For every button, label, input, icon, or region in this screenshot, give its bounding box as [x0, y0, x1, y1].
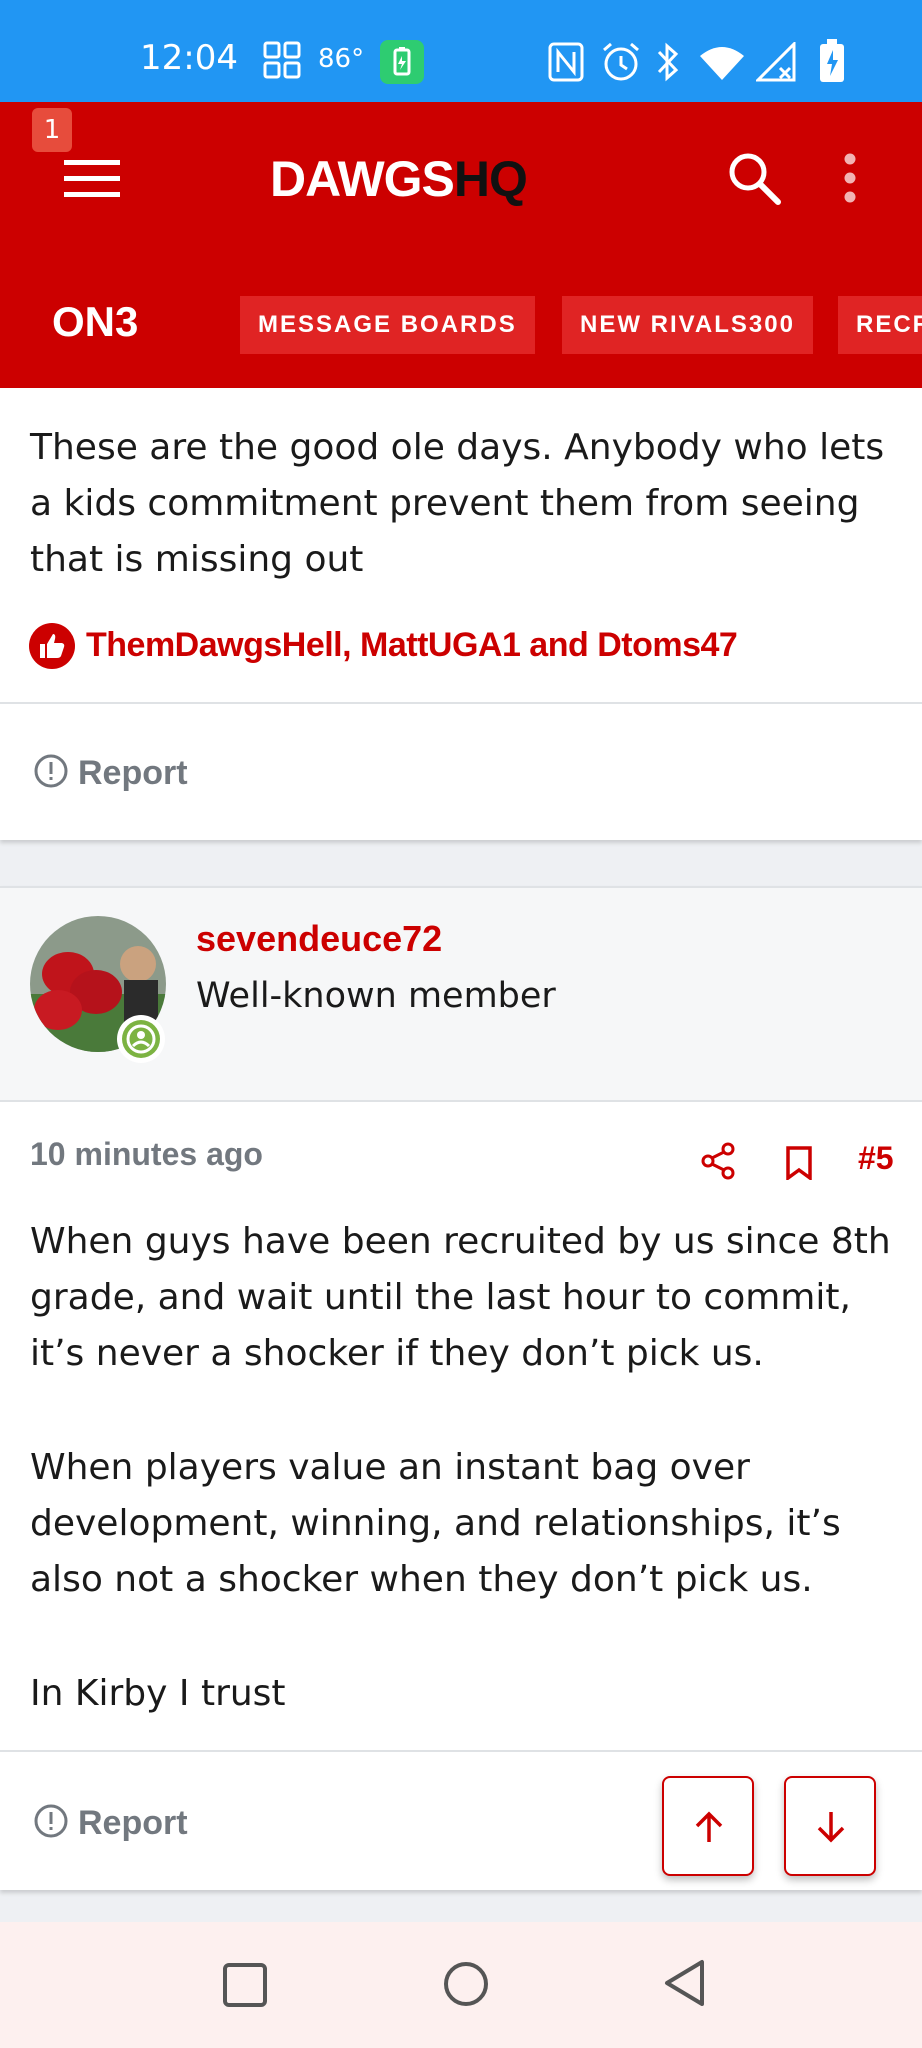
arrow-up-icon	[695, 1811, 723, 1842]
online-status-icon	[117, 1015, 165, 1063]
notification-badge[interactable]: 1	[32, 108, 72, 152]
post-user-title: Well-known member	[196, 976, 556, 1016]
likes-list[interactable]: ThemDawgsHell, MattUGA1 and Dtoms47	[86, 626, 738, 665]
post-number[interactable]: #5	[858, 1140, 894, 1177]
status-bar: 12:04 86°	[0, 0, 922, 102]
scroll-up-button[interactable]	[662, 1776, 754, 1876]
signal-icon	[756, 42, 796, 82]
widgets-icon	[263, 41, 301, 79]
share-icon[interactable]	[700, 1142, 736, 1180]
post-body-paragraph: When players value an instant bag over d…	[30, 1447, 841, 1600]
nfc-icon	[548, 42, 584, 82]
post-body-paragraph: When guys have been recruited by us sinc…	[30, 1221, 891, 1374]
bookmark-icon[interactable]	[784, 1146, 814, 1180]
arrow-down-icon	[817, 1812, 845, 1843]
nav-message-boards[interactable]: MESSAGE BOARDS	[240, 296, 535, 354]
site-logo[interactable]: DAWGSHQ	[270, 150, 528, 207]
bluetooth-icon	[657, 42, 679, 82]
nav-recruiting[interactable]: RECR	[838, 296, 922, 354]
more-options-icon[interactable]	[838, 152, 862, 204]
like-icon	[29, 623, 75, 669]
card-divider	[0, 702, 922, 704]
search-icon[interactable]	[726, 150, 782, 206]
status-temperature: 86°	[318, 44, 365, 74]
on3-brand-logo[interactable]: ON3	[52, 298, 138, 346]
logo-accent-text: HQ	[453, 151, 528, 207]
recents-icon[interactable]	[222, 1962, 268, 2008]
card-divider	[0, 1750, 922, 1752]
battery-saver-icon	[380, 40, 424, 84]
post-timestamp[interactable]: 10 minutes ago	[30, 1136, 263, 1173]
logo-main-text: DAWGS	[270, 151, 455, 207]
post-username[interactable]: sevendeuce72	[196, 918, 442, 960]
system-navigation-bar	[0, 1922, 922, 2048]
report-icon[interactable]	[34, 754, 68, 788]
home-icon[interactable]	[442, 1960, 490, 2008]
wifi-icon	[700, 47, 744, 80]
status-time: 12:04	[140, 38, 238, 78]
battery-icon	[820, 39, 844, 82]
scroll-down-button[interactable]	[784, 1776, 876, 1876]
menu-icon[interactable]	[64, 158, 120, 200]
report-icon[interactable]	[34, 1804, 68, 1838]
report-link[interactable]: Report	[78, 1804, 188, 1843]
alarm-icon	[603, 42, 639, 81]
nav-new-rivals300[interactable]: NEW RIVALS300	[562, 296, 813, 354]
post-body-paragraph: In Kirby I trust	[30, 1673, 286, 1714]
report-link[interactable]: Report	[78, 754, 188, 793]
previous-post-body: These are the good ole days. Anybody who…	[30, 427, 885, 580]
back-icon[interactable]	[662, 1958, 708, 2008]
